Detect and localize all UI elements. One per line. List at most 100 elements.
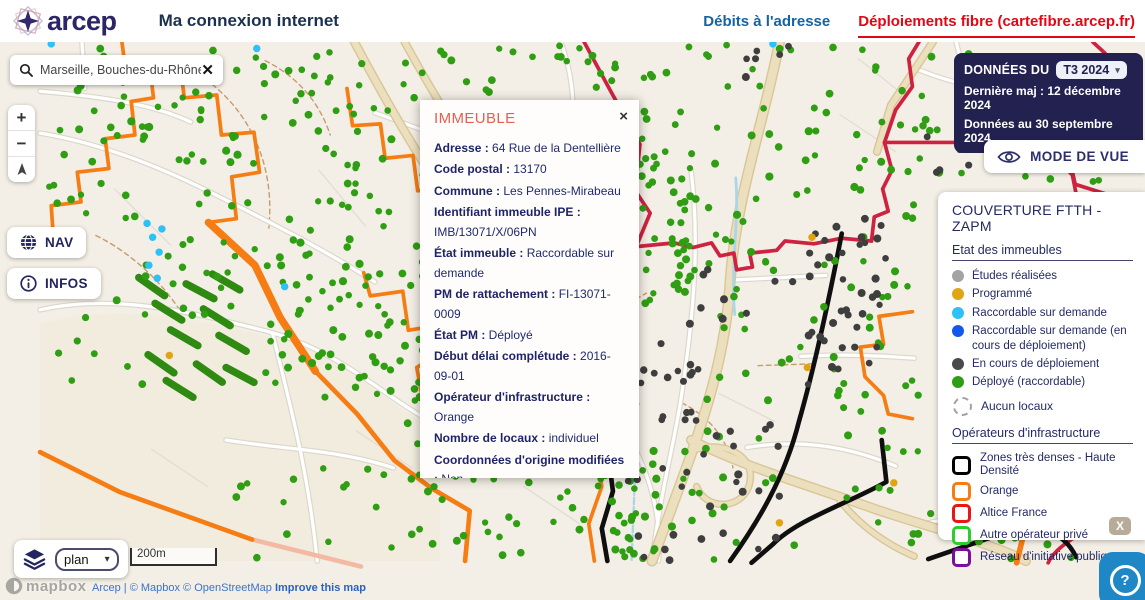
popup-field: PM de rattachement : FI-13071-0009 — [434, 285, 625, 324]
search-box[interactable]: Marseille, Bouches-du-Rhône, Fr ✕ — [10, 55, 223, 85]
arcep-logo-text: arcep — [47, 6, 117, 37]
operator-label: Autre opérateur privé — [980, 529, 1088, 543]
map-zoom-control: + − — [8, 105, 35, 182]
status-label: Déployé (raccordable) — [972, 375, 1085, 389]
last-update-text: Dernière maj : 12 décembre 2024 — [964, 84, 1133, 112]
link-debits-adresse[interactable]: Débits à l'adresse — [703, 13, 830, 30]
compass-needle-icon — [15, 162, 29, 178]
popup-field: Début délai complétude : 2016-09-01 — [434, 347, 625, 386]
status-dot-icon — [952, 288, 964, 300]
mapbox-wordmark: mapbox — [26, 578, 87, 595]
popup-field: Coordonnées d'origine modifiées : Non — [434, 451, 625, 478]
nav-button[interactable]: NAV — [7, 227, 86, 258]
compass-button[interactable] — [8, 157, 35, 182]
legend-operator-list: Zones très denses - Haute Densité Orange A… — [952, 452, 1133, 568]
improve-map-link[interactable]: Improve this map — [275, 582, 366, 594]
mode-de-vue-label: MODE DE VUE — [1030, 149, 1129, 164]
legend-status-item: Raccordable sur demande — [952, 306, 1133, 320]
data-period-panel: DONNÉES DU T3 2024 ▾ Dernière maj : 12 d… — [954, 53, 1143, 153]
chevron-down-icon: ▾ — [1115, 65, 1120, 76]
legend-title: COUVERTURE FTTH - ZAPM — [952, 202, 1133, 234]
search-icon — [19, 63, 33, 77]
operator-label: Altice France — [980, 507, 1047, 521]
legend-operator-item: Autre opérateur privé — [952, 526, 1133, 545]
layer-switcher: plan ▾ — [14, 540, 128, 578]
header-links: Débits à l'adresse Déploiements fibre (c… — [703, 13, 1145, 30]
mapbox-logo[interactable]: mapbox — [5, 577, 87, 595]
infos-button-label: INFOS — [45, 276, 88, 291]
globe-icon — [20, 234, 37, 251]
help-button[interactable]: ? — [1099, 552, 1145, 600]
operator-zone-icon — [952, 482, 971, 501]
layers-icon — [23, 548, 46, 570]
legend-operator-item: Altice France — [952, 504, 1133, 523]
legend-status-list: Études réalisées Programmé Raccordable sur… — [952, 269, 1133, 390]
search-clear-icon[interactable]: ✕ — [201, 63, 214, 78]
arcep-logo[interactable]: arcep — [10, 3, 117, 39]
status-label: Programmé — [972, 287, 1032, 301]
popup-field: Code postal : 13170 — [434, 160, 625, 179]
link-deploiements-fibre[interactable]: Déploiements fibre (cartefibre.arcep.fr) — [858, 13, 1135, 38]
period-select[interactable]: T3 2024 ▾ — [1056, 61, 1126, 79]
data-period-label: DONNÉES DU — [964, 63, 1049, 77]
popup-title: IMMEUBLE — [434, 110, 625, 127]
popup-field: Identifiant immeuble IPE : IMB/13071/X/0… — [434, 203, 625, 242]
mode-de-vue-button[interactable]: MODE DE VUE — [984, 140, 1145, 173]
status-dot-icon — [952, 307, 964, 319]
top-bar: arcep Ma connexion internet Débits à l'a… — [0, 0, 1145, 42]
eye-icon — [997, 149, 1021, 165]
legend-no-premises-label: Aucun locaux — [981, 399, 1053, 413]
immeuble-popup: IMMEUBLE × Adresse : 64 Rue de la Dentel… — [420, 100, 639, 478]
layer-select[interactable]: plan ▾ — [55, 548, 119, 571]
zoom-out-button[interactable]: − — [8, 131, 35, 157]
operator-zone-icon — [952, 548, 971, 567]
operator-zone-icon — [952, 526, 971, 545]
info-icon — [20, 275, 37, 292]
popup-field: État immeuble : Raccordable sur demande — [434, 244, 625, 283]
legend-status-item: En cours de déploiement — [952, 357, 1133, 371]
infos-button[interactable]: INFOS — [7, 268, 101, 299]
status-dot-icon — [952, 358, 964, 370]
legend-operator-item: Orange — [952, 482, 1133, 501]
arcep-pinwheel-icon — [10, 3, 46, 39]
status-dot-icon — [952, 325, 964, 337]
legend-section-operators: Opérateurs d'infrastructure — [952, 426, 1133, 444]
legend-no-premises: Aucun locaux — [953, 397, 1133, 416]
popup-field: État PM : Déployé — [434, 326, 625, 345]
legend-operator-item: Zones très denses - Haute Densité — [952, 452, 1133, 480]
period-select-value: T3 2024 — [1063, 63, 1109, 77]
attribution-text: Arcep | © Mapbox © OpenStreetMap — [92, 582, 275, 594]
legend-close-button[interactable]: X — [1109, 517, 1131, 535]
dashed-circle-icon — [953, 397, 972, 416]
legend-status-item: Déployé (raccordable) — [952, 375, 1133, 389]
layer-select-value: plan — [64, 552, 89, 567]
map-attribution: Arcep | © Mapbox © OpenStreetMap Improve… — [92, 582, 366, 594]
popup-close-icon[interactable]: × — [619, 109, 628, 124]
map-scale-bar: 200m — [130, 548, 217, 566]
legend-panel: COUVERTURE FTTH - ZAPM Etat des immeuble… — [938, 192, 1145, 540]
scale-label: 200m — [137, 548, 166, 560]
page-title: Ma connexion internet — [159, 11, 339, 31]
search-input[interactable]: Marseille, Bouches-du-Rhône, Fr — [40, 63, 201, 77]
legend-status-item: Programmé — [952, 287, 1133, 301]
popup-fields: Adresse : 64 Rue de la Dentellière Code p… — [434, 139, 625, 478]
nav-button-label: NAV — [45, 235, 73, 250]
legend-status-item: Raccordable sur demande (en cours de dép… — [952, 324, 1133, 353]
status-dot-icon — [952, 270, 964, 282]
status-label: Études réalisées — [972, 269, 1057, 283]
popup-field: Nombre de locaux : individuel — [434, 429, 625, 448]
popup-field: Adresse : 64 Rue de la Dentellière — [434, 139, 625, 158]
operator-label: Orange — [980, 485, 1018, 499]
question-mark-icon: ? — [1110, 565, 1141, 596]
status-label: Raccordable sur demande — [972, 306, 1107, 320]
legend-status-item: Études réalisées — [952, 269, 1133, 283]
status-label: Raccordable sur demande (en cours de dép… — [972, 324, 1133, 353]
chevron-down-icon: ▾ — [105, 554, 110, 565]
popup-field: Opérateur d'infrastructure : Orange — [434, 388, 625, 427]
zoom-in-button[interactable]: + — [8, 105, 35, 131]
status-dot-icon — [952, 376, 964, 388]
ma-connexion-internet-app: arcep Ma connexion internet Débits à l'a… — [0, 0, 1145, 600]
status-label: En cours de déploiement — [972, 357, 1099, 371]
legend-section-statuses: Etat des immeubles — [952, 243, 1133, 261]
operator-label: Zones très denses - Haute Densité — [980, 452, 1133, 480]
